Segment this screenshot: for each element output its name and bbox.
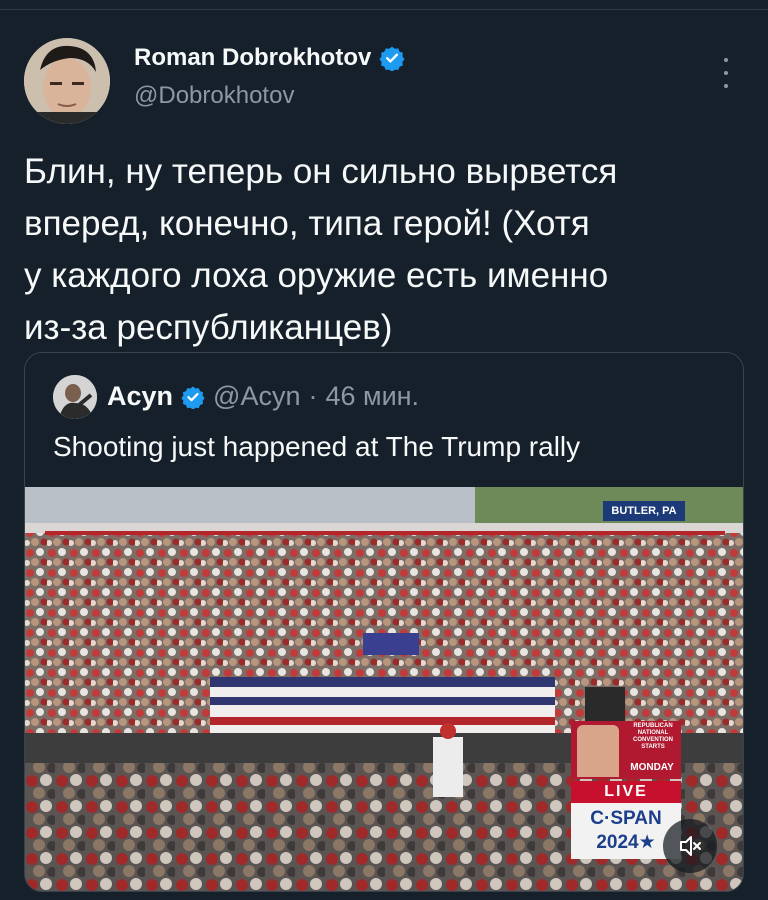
live-badge: LIVE xyxy=(571,781,681,803)
verified-badge-icon xyxy=(379,46,405,71)
quoted-separator: · xyxy=(308,381,318,411)
more-dot xyxy=(724,71,728,75)
rnc-promo-portrait xyxy=(577,725,619,777)
speaker-muted-glyph xyxy=(680,836,701,856)
top-divider xyxy=(0,0,768,10)
author-avatar[interactable] xyxy=(24,38,110,124)
quoted-verified-badge-icon xyxy=(181,386,205,409)
author-avatar-image xyxy=(24,38,110,124)
network-name: C·SPAN xyxy=(590,808,662,829)
location-overlay: BUTLER, PA xyxy=(603,501,685,521)
rnc-promo-text: REPUBLICAN NATIONAL CONVENTION STARTS xyxy=(632,723,673,750)
quoted-author-handle[interactable]: @Acyn xyxy=(213,381,300,412)
quoted-author-avatar-image xyxy=(53,375,97,419)
rnc-promo-day: MONDAY xyxy=(630,762,674,773)
quoted-tweet-card[interactable]: Acyn @Acyn · 46 мин. Shooting just happe… xyxy=(24,352,744,892)
author-name-row: Roman Dobrokhotov xyxy=(134,44,405,72)
quoted-author-name[interactable]: Acyn xyxy=(107,381,173,412)
quoted-author-avatar[interactable] xyxy=(53,375,97,419)
more-dot xyxy=(724,84,728,88)
quoted-timestamp[interactable]: 46 мин. xyxy=(325,381,419,412)
author-display-name[interactable]: Roman Dobrokhotov xyxy=(134,44,371,72)
video-player[interactable]: BUTLER, PA REPUBLICAN NATIONAL CONVENTIO… xyxy=(25,487,743,891)
quoted-tweet-text: Shooting just happened at The Trump rall… xyxy=(53,431,581,462)
volume-muted-icon[interactable] xyxy=(663,819,717,873)
author-handle[interactable]: @Dobrokhotov xyxy=(134,82,294,110)
more-options-icon[interactable] xyxy=(712,58,740,88)
quoted-tweet-header: Acyn @Acyn · 46 мин. xyxy=(107,381,419,412)
more-dot xyxy=(724,58,728,62)
tweet-text: Блин, ну теперь он сильно вырвется впере… xyxy=(24,152,618,347)
